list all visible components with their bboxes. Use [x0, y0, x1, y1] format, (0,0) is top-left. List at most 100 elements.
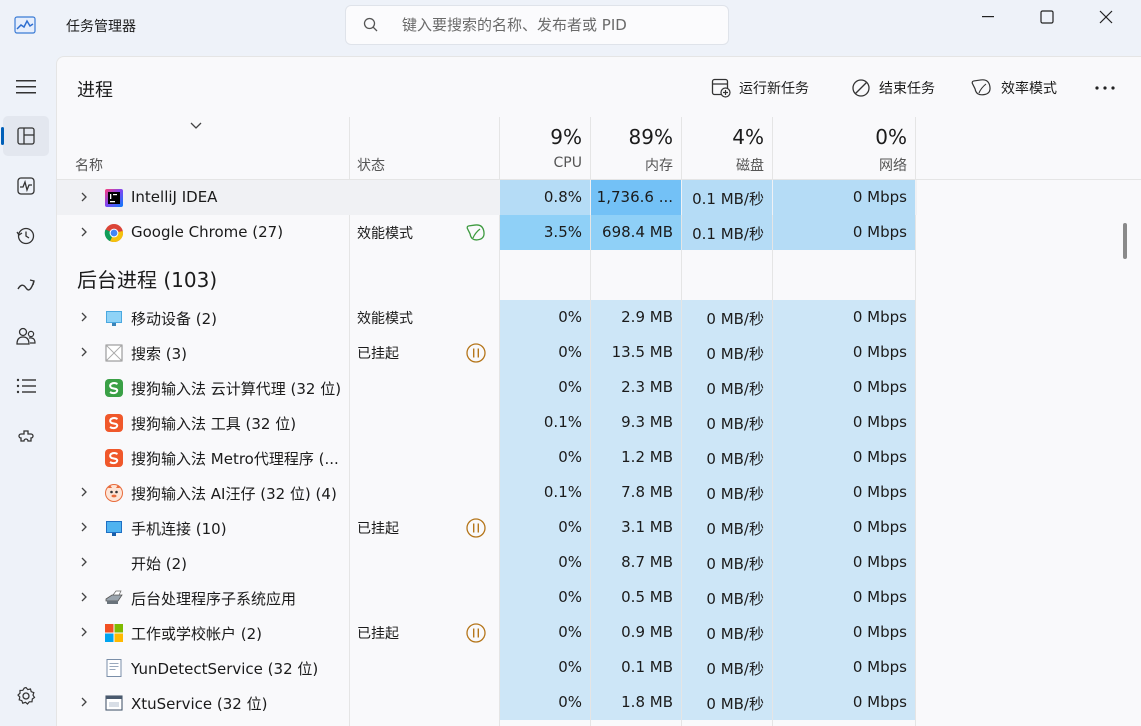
chevron-right-icon[interactable]: [79, 191, 89, 203]
efficiency-mode-button[interactable]: 效率模式: [971, 75, 1057, 101]
close-icon: [1099, 10, 1113, 24]
table-row[interactable]: 手机连接 (10) 已挂起 0% 3.1 MB 0 MB/秒 0 Mbps: [57, 510, 917, 545]
cpu-cell: 0%: [500, 510, 590, 545]
process-status: 效能模式: [357, 311, 413, 327]
paused-icon: [466, 518, 486, 538]
table-row[interactable]: 搜狗输入法 云计算代理 (32 位) 0% 2.3 MB 0 MB/秒 0 Mb…: [57, 370, 917, 405]
network-cell: 0 Mbps: [773, 180, 915, 215]
network-cell: 0 Mbps: [773, 370, 915, 405]
column-header-name[interactable]: 名称: [75, 155, 103, 175]
process-name: 搜狗输入法 工具 (32 位): [131, 415, 297, 433]
process-name: 搜狗输入法 Metro代理程序 (...: [131, 450, 339, 468]
chevron-right-icon[interactable]: [79, 226, 89, 238]
process-name: XtuService (32 位): [131, 695, 268, 713]
network-total-percent[interactable]: 0%: [773, 125, 907, 149]
nav-item-settings[interactable]: [3, 676, 49, 716]
memory-cell: 1.2 MB: [591, 440, 681, 475]
column-header-memory[interactable]: 内存: [591, 155, 673, 175]
task-manager-app-icon: [14, 16, 36, 34]
leaf-icon: [466, 224, 485, 241]
run-new-task-label: 运行新任务: [739, 81, 809, 97]
app-title: 任务管理器: [66, 19, 136, 35]
chevron-right-icon[interactable]: [79, 696, 89, 708]
disk-cell: 0 MB/秒: [682, 370, 772, 405]
title-bar: 任务管理器: [0, 0, 1141, 50]
column-header-cpu[interactable]: CPU: [500, 155, 582, 171]
more-options-button[interactable]: [1093, 77, 1117, 99]
efficiency-mode-label: 效率模式: [1001, 81, 1057, 97]
table-row[interactable]: 移动设备 (2) 效能模式 0% 2.9 MB 0 MB/秒 0 Mbps: [57, 300, 917, 335]
sort-chevron-down-icon[interactable]: [189, 121, 203, 131]
run-new-task-button[interactable]: 运行新任务: [711, 75, 809, 101]
chevron-right-icon[interactable]: [79, 486, 89, 498]
process-name: 手机连接 (10): [131, 520, 227, 538]
settings-icon: [17, 686, 36, 705]
printer-icon: [105, 590, 123, 604]
minimize-button[interactable]: [960, 0, 1016, 34]
process-name: 后台处理程序子系统应用: [131, 590, 297, 608]
window-app-icon: [105, 695, 123, 711]
sidebar-nav: [0, 56, 54, 726]
phone-link-icon: [106, 521, 122, 536]
close-button[interactable]: [1078, 0, 1134, 34]
end-task-icon: [852, 79, 870, 97]
process-status: 已挂起: [357, 346, 399, 362]
nav-menu-button[interactable]: [3, 67, 49, 107]
search-input[interactable]: [402, 14, 712, 36]
disk-cell: 0 MB/秒: [682, 440, 772, 475]
nav-item-services[interactable]: [3, 416, 49, 456]
disk-cell: 0.1 MB/秒: [682, 215, 772, 250]
network-cell: 0 Mbps: [773, 300, 915, 335]
nav-item-performance[interactable]: [3, 166, 49, 206]
nav-item-app-history[interactable]: [3, 216, 49, 256]
chevron-right-icon[interactable]: [79, 311, 89, 323]
chevron-right-icon[interactable]: [79, 626, 89, 638]
chevron-right-icon[interactable]: [79, 556, 89, 568]
cpu-cell: 0%: [500, 650, 590, 685]
disk-total-percent[interactable]: 4%: [682, 125, 764, 149]
memory-cell: 13.5 MB: [591, 335, 681, 370]
column-header-network[interactable]: 网络: [773, 155, 907, 175]
search-box[interactable]: [345, 5, 729, 45]
nav-item-users[interactable]: [3, 316, 49, 356]
scrollbar-thumb[interactable]: [1123, 223, 1127, 259]
disk-cell: 0 MB/秒: [682, 615, 772, 650]
disk-cell: 0.1 MB/秒: [682, 180, 772, 215]
chevron-right-icon[interactable]: [79, 346, 89, 358]
nav-item-startup[interactable]: [3, 266, 49, 306]
table-row[interactable]: 搜索 (3) 已挂起 0% 13.5 MB 0 MB/秒 0 Mbps: [57, 335, 917, 370]
chevron-right-icon[interactable]: [79, 521, 89, 533]
disk-cell: 0 MB/秒: [682, 475, 772, 510]
memory-cell: 3.1 MB: [591, 510, 681, 545]
paused-icon: [466, 623, 486, 643]
services-icon: [18, 430, 34, 442]
chevron-right-icon[interactable]: [79, 591, 89, 603]
performance-icon: [17, 177, 35, 195]
process-status: 已挂起: [357, 626, 399, 642]
disk-cell: 0 MB/秒: [682, 580, 772, 615]
table-row[interactable]: 搜狗输入法 AI汪仔 (32 位) (4) 0.1% 7.8 MB 0 MB/秒…: [57, 475, 917, 510]
end-task-button[interactable]: 结束任务: [851, 75, 935, 101]
nav-item-processes[interactable]: [1, 116, 49, 156]
table-row[interactable]: 工作或学校帐户 (2) 已挂起 0% 0.9 MB 0 MB/秒 0 Mbps: [57, 615, 917, 650]
table-row[interactable]: IntelliJ IDEA 0.8% 1,736.6 ... 0.1 MB/秒 …: [57, 180, 917, 215]
maximize-icon: [1040, 10, 1054, 24]
memory-total-percent[interactable]: 89%: [591, 125, 673, 149]
table-row[interactable]: 开始 (2) 0% 8.7 MB 0 MB/秒 0 Mbps: [57, 545, 917, 580]
sogou-cloud-icon: [105, 379, 123, 397]
table-row[interactable]: 搜狗输入法 工具 (32 位) 0.1% 9.3 MB 0 MB/秒 0 Mbp…: [57, 405, 917, 440]
cpu-cell: 3.5%: [500, 215, 590, 250]
column-header-status[interactable]: 状态: [357, 155, 385, 175]
disk-cell: 0 MB/秒: [682, 405, 772, 440]
table-row[interactable]: 搜狗输入法 Metro代理程序 (... 0% 1.2 MB 0 MB/秒 0 …: [57, 440, 917, 475]
document-app-icon: [106, 659, 122, 677]
table-row[interactable]: XtuService (32 位) 0% 1.8 MB 0 MB/秒 0 Mbp…: [57, 685, 917, 720]
nav-item-details[interactable]: [3, 366, 49, 406]
maximize-button[interactable]: [1019, 0, 1075, 34]
cpu-total-percent[interactable]: 9%: [500, 125, 582, 149]
column-header-disk[interactable]: 磁盘: [682, 155, 764, 175]
table-row[interactable]: Google Chrome (27) 效能模式 3.5% 698.4 MB 0.…: [57, 215, 917, 250]
table-row[interactable]: 后台处理程序子系统应用 0% 0.5 MB 0 MB/秒 0 Mbps: [57, 580, 917, 615]
microsoft-logo-icon: [105, 624, 123, 642]
table-row[interactable]: YunDetectService (32 位) 0% 0.1 MB 0 MB/秒…: [57, 650, 917, 685]
